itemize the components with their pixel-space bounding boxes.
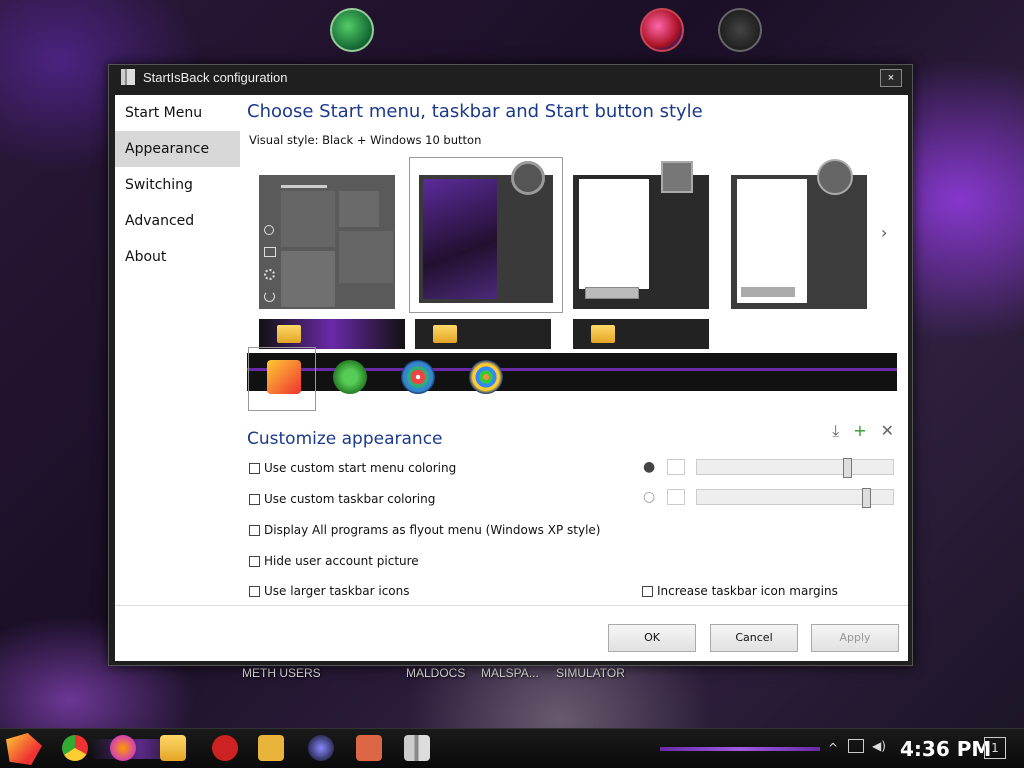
- window-title: StartIsBack configuration: [143, 70, 288, 85]
- start-button[interactable]: [6, 733, 42, 765]
- start-opacity-slider[interactable]: [696, 458, 894, 478]
- start-button-style-3[interactable]: [401, 360, 435, 394]
- desktop-labels: METH USERS MALDOCS MALSPA... SIMULATOR: [0, 666, 1024, 682]
- option-increase-margins[interactable]: Increase taskbar icon margins: [642, 584, 838, 598]
- option-hide-user-picture[interactable]: Hide user account picture: [249, 554, 419, 568]
- style-thumb-plain[interactable]: [573, 161, 709, 309]
- taskbar-accent-line: [660, 747, 820, 751]
- download-icon[interactable]: ⤓: [832, 421, 839, 441]
- start-button-style-2[interactable]: [333, 360, 367, 394]
- checkbox[interactable]: [249, 555, 260, 567]
- opacity-filled-drop-icon: ●: [643, 459, 656, 475]
- checkbox[interactable]: [249, 462, 260, 474]
- opacity-empty-drop-icon: ○: [643, 489, 656, 505]
- checkbox[interactable]: [249, 585, 260, 597]
- notifications-icon[interactable]: 1: [984, 737, 1006, 759]
- powerpoint-icon[interactable]: [356, 735, 382, 761]
- style-thumb-classic[interactable]: [731, 159, 867, 309]
- app-red-icon[interactable]: [212, 735, 238, 761]
- start-button-style-4[interactable]: [469, 360, 503, 394]
- checkbox[interactable]: [249, 524, 260, 536]
- app-de-icon[interactable]: [258, 735, 284, 761]
- taskbar-style-3[interactable]: [573, 319, 709, 349]
- option-custom-start-coloring[interactable]: Use custom start menu coloring: [249, 461, 456, 475]
- app-icon: [121, 69, 135, 85]
- visual-style-label: Visual style: Black + Windows 10 button: [249, 133, 482, 147]
- style-thumb-win10[interactable]: [259, 175, 395, 309]
- desktop-app-icon[interactable]: [330, 8, 374, 52]
- checkbox[interactable]: [249, 493, 260, 505]
- desktop-label[interactable]: MALSPA...: [481, 666, 539, 680]
- taskbar-style-1[interactable]: [259, 319, 405, 349]
- chrome-icon[interactable]: [62, 735, 88, 761]
- checkbox[interactable]: [642, 585, 653, 597]
- power-icon: [264, 291, 275, 302]
- file-explorer-icon[interactable]: [160, 735, 186, 761]
- start-button-style-1[interactable]: [267, 360, 301, 394]
- add-icon[interactable]: +: [853, 421, 866, 441]
- sidebar-item-switching[interactable]: Switching: [115, 167, 240, 203]
- window-client: Start Menu Appearance Switching Advanced…: [115, 95, 908, 661]
- taskbar-color-swatch[interactable]: [667, 489, 685, 505]
- folder-icon: [277, 325, 301, 343]
- theme-tools: ⤓ + ✕: [832, 421, 894, 441]
- volume-icon[interactable]: ◀): [872, 739, 886, 753]
- user-avatar-icon: [511, 161, 545, 195]
- title-bar[interactable]: StartIsBack configuration ×: [109, 65, 912, 91]
- taskbar-style-2[interactable]: [415, 319, 551, 349]
- sidebar-item-appearance[interactable]: Appearance: [115, 131, 240, 167]
- folder-icon: [433, 325, 457, 343]
- startisback-icon[interactable]: [404, 735, 430, 761]
- user-avatar-icon: [661, 161, 693, 193]
- customize-heading: Customize appearance: [247, 429, 443, 449]
- style-thumb-win7[interactable]: [409, 157, 563, 313]
- folder-icon: [264, 247, 276, 257]
- remove-icon[interactable]: ✕: [881, 421, 894, 441]
- appearance-panel: Choose Start menu, taskbar and Start but…: [247, 95, 902, 600]
- close-button[interactable]: ×: [880, 69, 902, 87]
- taskbar-opacity-slider[interactable]: [696, 488, 894, 508]
- option-custom-taskbar-coloring[interactable]: Use custom taskbar coloring: [249, 492, 435, 506]
- folder-icon: [591, 325, 615, 343]
- sidebar-item-about[interactable]: About: [115, 239, 240, 275]
- page-title: Choose Start menu, taskbar and Start but…: [247, 101, 703, 122]
- ok-button[interactable]: OK: [608, 624, 696, 652]
- desktop-label[interactable]: MALDOCS: [406, 666, 465, 680]
- apply-button[interactable]: Apply: [811, 624, 899, 652]
- desktop-gem-icon[interactable]: [640, 8, 684, 52]
- firefox-icon[interactable]: [110, 735, 136, 761]
- next-styles-arrow[interactable]: ›: [881, 223, 887, 242]
- cancel-button[interactable]: Cancel: [710, 624, 798, 652]
- sidebar: Start Menu Appearance Switching Advanced…: [115, 95, 240, 600]
- taskbar: ^ ◀) 4:36 PM 1: [0, 728, 1024, 768]
- desktop-label[interactable]: SIMULATOR: [556, 666, 625, 680]
- sidebar-item-start-menu[interactable]: Start Menu: [115, 95, 240, 131]
- dialog-button-bar: OK Cancel Apply: [115, 605, 908, 661]
- desktop-label[interactable]: METH USERS: [242, 666, 321, 680]
- sidebar-item-advanced[interactable]: Advanced: [115, 203, 240, 239]
- slider-thumb[interactable]: [842, 458, 852, 478]
- start-color-swatch[interactable]: [667, 459, 685, 475]
- slider-thumb[interactable]: [861, 488, 871, 508]
- gear-icon: [264, 269, 275, 280]
- config-window: StartIsBack configuration × Start Menu A…: [108, 64, 913, 666]
- user-avatar-icon: [817, 159, 853, 195]
- network-icon[interactable]: [848, 739, 864, 753]
- clock[interactable]: 4:36 PM: [900, 737, 991, 761]
- option-flyout-menu[interactable]: Display All programs as flyout menu (Win…: [249, 523, 600, 537]
- chevron-up-icon[interactable]: ^: [828, 741, 838, 755]
- option-larger-icons[interactable]: Use larger taskbar icons: [249, 584, 410, 598]
- user-icon: [264, 225, 274, 235]
- desktop-emblem-icon[interactable]: [718, 8, 762, 52]
- app-globe-icon[interactable]: [308, 735, 334, 761]
